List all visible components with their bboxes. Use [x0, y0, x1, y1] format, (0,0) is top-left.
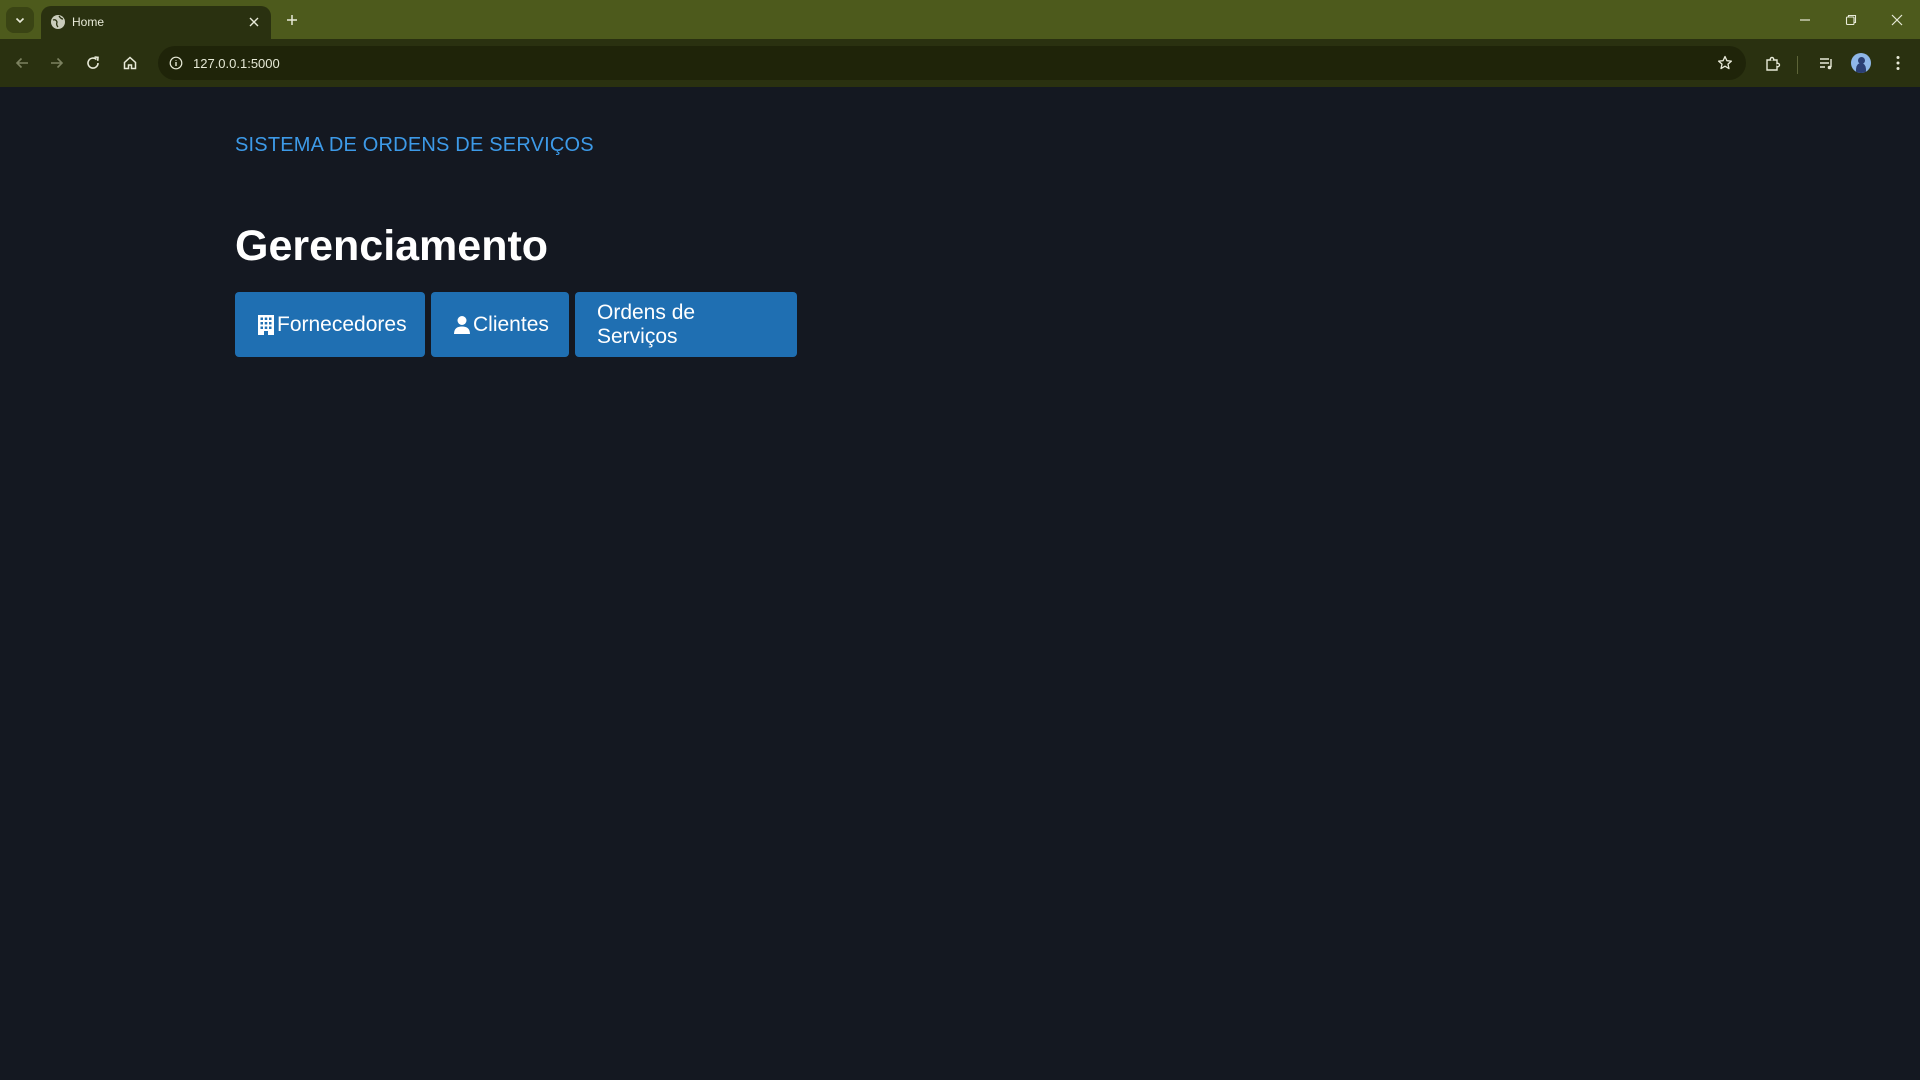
page-content: SISTEMA DE ORDENS DE SERVIÇOS Gerenciame… — [0, 87, 1920, 1080]
arrow-right-icon — [51, 57, 64, 69]
puzzle-icon — [1765, 56, 1780, 71]
person-icon — [454, 315, 470, 334]
browser-toolbar: 127.0.0.1:5000 — [0, 39, 1920, 87]
tab-title: Home — [72, 15, 105, 29]
profile-button[interactable] — [1847, 49, 1875, 77]
minimize-button[interactable] — [1782, 0, 1828, 39]
tab-search-button[interactable] — [6, 7, 34, 33]
reload-icon — [87, 56, 99, 69]
tab-close-button[interactable] — [245, 13, 263, 31]
star-icon — [1717, 55, 1733, 70]
reload-button[interactable] — [79, 49, 107, 77]
clientes-button[interactable]: Clientes — [431, 292, 569, 357]
ordens-de-servicos-label: Ordens de Serviços — [597, 300, 696, 348]
close-window-button[interactable] — [1874, 0, 1920, 39]
restore-icon — [1845, 14, 1857, 25]
close-icon — [1891, 14, 1903, 25]
extensions-button[interactable] — [1758, 49, 1786, 77]
forward-button[interactable] — [43, 49, 71, 77]
new-tab-button[interactable] — [281, 9, 303, 31]
kebab-menu-icon — [1896, 56, 1900, 70]
arrow-left-icon — [15, 57, 28, 69]
bookmark-button[interactable] — [1714, 52, 1736, 74]
fornecedores-button[interactable]: Fornecedores — [235, 292, 425, 357]
clientes-label: Clientes — [473, 312, 549, 336]
media-control-button[interactable] — [1812, 49, 1840, 77]
globe-icon — [51, 15, 65, 29]
browser-tab[interactable]: Home — [41, 6, 271, 39]
media-list-icon — [1819, 57, 1832, 69]
chevron-down-icon — [15, 17, 25, 24]
avatar — [1851, 53, 1871, 73]
home-button[interactable] — [116, 49, 144, 77]
info-icon — [169, 56, 183, 70]
back-button[interactable] — [8, 49, 36, 77]
building-icon — [258, 314, 274, 335]
restore-button[interactable] — [1828, 0, 1874, 39]
plus-icon — [287, 15, 297, 25]
toolbar-divider — [1797, 56, 1798, 74]
site-info-button[interactable] — [164, 51, 188, 75]
tab-strip: Home — [0, 0, 1920, 39]
home-icon — [123, 56, 137, 70]
address-bar[interactable]: 127.0.0.1:5000 — [158, 46, 1746, 80]
close-icon — [249, 17, 259, 27]
page-title: Gerenciamento — [235, 222, 549, 270]
minimize-icon — [1800, 18, 1810, 21]
url-text[interactable]: 127.0.0.1:5000 — [193, 56, 280, 71]
fornecedores-label: Fornecedores — [277, 312, 407, 336]
brand-link[interactable]: SISTEMA DE ORDENS DE SERVIÇOS — [235, 134, 594, 157]
management-button-group: Fornecedores Clientes Ordens de Serviços — [235, 292, 797, 357]
browser-menu-button[interactable] — [1884, 49, 1912, 77]
ordens-de-servicos-button[interactable]: Ordens de Serviços — [575, 292, 797, 357]
